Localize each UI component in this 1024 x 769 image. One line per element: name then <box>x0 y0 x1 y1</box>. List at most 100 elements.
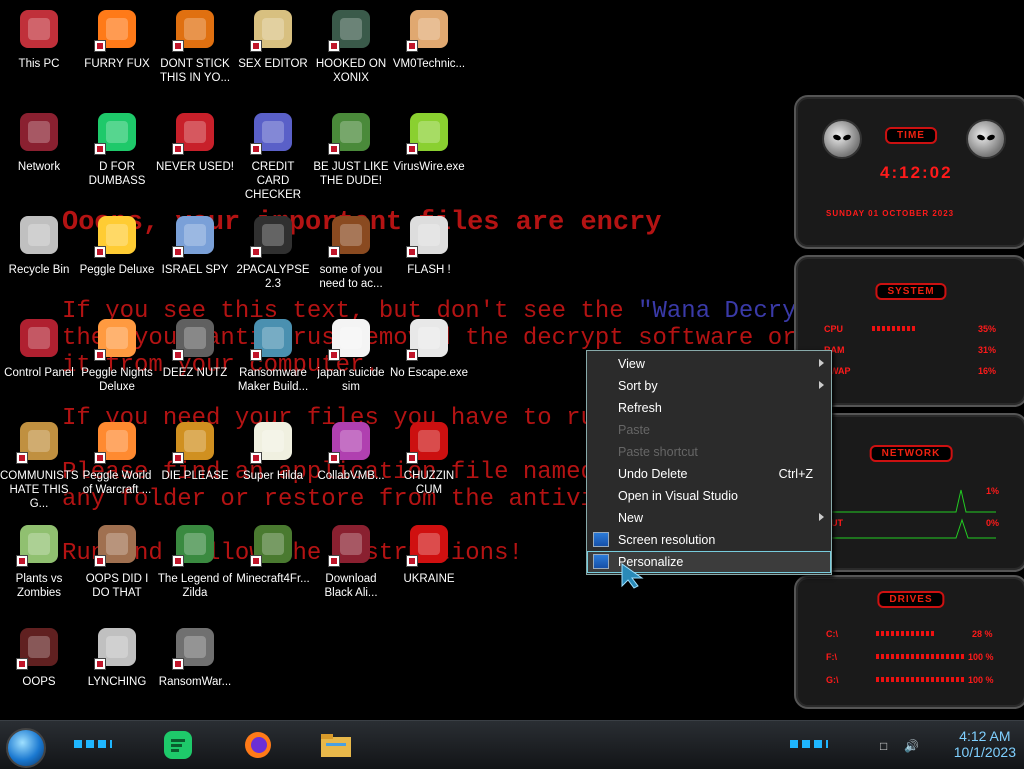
desktop-icon[interactable]: DIE PLEASE <box>156 418 234 483</box>
desktop-icon[interactable]: CollabVMB... <box>312 418 390 483</box>
flash-icon <box>406 212 452 258</box>
taskbar-clock[interactable]: 4:12 AM 10/1/2023 <box>954 728 1016 760</box>
desktop-icon[interactable]: japan suicide sim <box>312 315 390 394</box>
gadget-title: NETWORK <box>869 445 953 462</box>
shortcut-arrow-icon <box>328 452 340 464</box>
taskbar-app-firefox[interactable] <box>240 729 276 761</box>
desktop-icon-label: HOOKED ON XONIX <box>315 58 387 84</box>
desktop-icon-label: VM0Technic... <box>392 58 466 70</box>
desktop-icon[interactable]: No Escape.exe <box>390 315 468 380</box>
desktop-icon-label: Peggle Deluxe <box>79 264 155 276</box>
desktop-icon[interactable]: CHUZZIN CUM <box>390 418 468 497</box>
drives-gadget[interactable]: DRIVES C:\ 28 % F:\ 100 % G:\ 100 % <box>794 575 1024 709</box>
desktop-icon[interactable]: ISRAEL SPY <box>156 212 234 277</box>
peggle-icon <box>94 212 140 258</box>
desktop-icon[interactable]: FLASH ! <box>390 212 468 277</box>
stacked-windows-icon <box>172 315 218 361</box>
desktop-icon[interactable]: The Legend of Zilda <box>156 521 234 600</box>
desktop-icon[interactable]: BE JUST LIKE THE DUDE! <box>312 109 390 188</box>
desktop-icon[interactable]: SEX EDITOR <box>234 6 312 71</box>
desktop-icon[interactable]: This PC <box>0 6 78 71</box>
desktop-icon[interactable]: some of you need to ac... <box>312 212 390 291</box>
start-button[interactable] <box>6 728 46 768</box>
desktop-icon[interactable]: DEEZ NUTZ <box>156 315 234 380</box>
desktop-icon[interactable]: OOPS <box>0 624 78 689</box>
control-panel-icon <box>16 315 62 361</box>
desktop-icon[interactable]: UKRAINE <box>390 521 468 586</box>
shortcut-arrow-icon <box>328 349 340 361</box>
gadget-title: TIME <box>885 127 937 144</box>
desktop-icon[interactable]: Network <box>0 109 78 174</box>
desktop-icon[interactable]: VM0Technic... <box>390 6 468 71</box>
shortcut-arrow-icon <box>16 658 28 670</box>
menu-item-sort-by[interactable]: Sort by <box>587 375 831 397</box>
desktop-icon[interactable]: Download Black Ali... <box>312 521 390 600</box>
desktop-icon[interactable]: VirusWire.exe <box>390 109 468 174</box>
shortcut-arrow-icon <box>16 555 28 567</box>
desktop-icon[interactable]: NEVER USED! <box>156 109 234 174</box>
desktop-icon-label: Ransomware Maker Build... <box>237 367 309 393</box>
desktop-icon-label: FURRY FUX <box>84 58 150 70</box>
desktop-icon[interactable]: Peggle World of Warcraft ... <box>78 418 156 497</box>
desktop-icon[interactable]: Peggle Deluxe <box>78 212 156 277</box>
peggle-nights-icon <box>94 315 140 361</box>
shortcut-arrow-icon <box>172 555 184 567</box>
desktop-icon[interactable]: RansomWar... <box>156 624 234 689</box>
desktop-icon-label: OOPS DID I DO THAT <box>85 573 149 599</box>
time-gadget[interactable]: TIME 4:12:02 SUNDAY 01 OCTOBER 2023 <box>794 95 1024 249</box>
green-chat-icon <box>164 731 192 759</box>
desktop-icon[interactable]: COMMUNISTS HATE THIS G... <box>0 418 79 511</box>
desktop-icon[interactable]: Plants vs Zombies <box>0 521 78 600</box>
gadget-title: SYSTEM <box>875 283 947 300</box>
menu-item-open-in-visual-studio[interactable]: Open in Visual Studio <box>587 485 831 507</box>
radiation-icon <box>406 521 452 567</box>
desktop-icon-label: VirusWire.exe <box>393 161 465 173</box>
shortcut-arrow-icon <box>250 143 262 155</box>
pvz-icon <box>16 521 62 567</box>
clock-date: 10/1/2023 <box>953 744 1016 760</box>
desktop-icon[interactable]: Recycle Bin <box>0 212 78 277</box>
shortcut-arrow-icon <box>328 555 340 567</box>
monitor-icon <box>593 532 609 547</box>
cpu-bar <box>872 326 916 331</box>
network-tray-icon[interactable]: □ <box>880 739 887 753</box>
desktop-icon[interactable]: Control Panel <box>0 315 78 380</box>
volume-tray-icon[interactable]: 🔊 <box>904 739 919 753</box>
shortcut-arrow-icon <box>406 143 418 155</box>
menu-item-view[interactable]: View <box>587 353 831 375</box>
menu-item-refresh[interactable]: Refresh <box>587 397 831 419</box>
desktop-icon-label: Control Panel <box>4 367 74 379</box>
desktop-icon[interactable]: 2PACALYPSE 2.3 <box>234 212 312 291</box>
de-icon <box>172 418 218 464</box>
portrait-icon <box>94 521 140 567</box>
shortcut-arrow-icon <box>250 452 262 464</box>
desktop-icon[interactable]: LYNCHING <box>78 624 156 689</box>
menu-item-screen-resolution[interactable]: Screen resolution <box>587 529 831 551</box>
drive-c-label: C:\ <box>826 629 838 639</box>
menu-item-undo-delete[interactable]: Undo Delete Ctrl+Z <box>587 463 831 485</box>
desktop-icon[interactable]: D FOR DUMBASS <box>78 109 156 188</box>
desktop-icon[interactable]: Ransomware Maker Build... <box>234 315 312 394</box>
ransomware-maker-icon <box>250 315 296 361</box>
shortcut-arrow-icon <box>94 246 106 258</box>
desktop-icon-label: Recycle Bin <box>8 264 70 276</box>
desktop-icon[interactable]: Super Hilda <box>234 418 312 483</box>
shortcut-arrow-icon <box>406 349 418 361</box>
desktop-icon[interactable]: Minecraft4Fr... <box>234 521 312 586</box>
chuzzle-icon <box>406 418 452 464</box>
shortcut-arrow-icon <box>406 452 418 464</box>
taskbar-app-chat[interactable] <box>160 729 196 761</box>
desktop-icon[interactable]: FURRY FUX <box>78 6 156 71</box>
menu-item-new[interactable]: New <box>587 507 831 529</box>
alien-download-icon <box>328 521 374 567</box>
desktop-icon[interactable]: DONT STICK THIS IN YO... <box>156 6 234 85</box>
taskbar-app-file-explorer[interactable] <box>318 729 354 761</box>
desktop-icon[interactable]: HOOKED ON XONIX <box>312 6 390 85</box>
desktop-icon[interactable]: Peggle Nights Deluxe <box>78 315 156 394</box>
desktop-icon[interactable]: CREDIT CARD CHECKER <box>234 109 312 202</box>
menu-item-paste-shortcut: Paste shortcut <box>618 445 698 459</box>
drive-c-bar <box>876 631 936 636</box>
desktop-icon-label: Download Black Ali... <box>324 573 378 599</box>
desktop-icon[interactable]: OOPS DID I DO THAT <box>78 521 156 600</box>
shortcut-arrow-icon <box>16 452 28 464</box>
